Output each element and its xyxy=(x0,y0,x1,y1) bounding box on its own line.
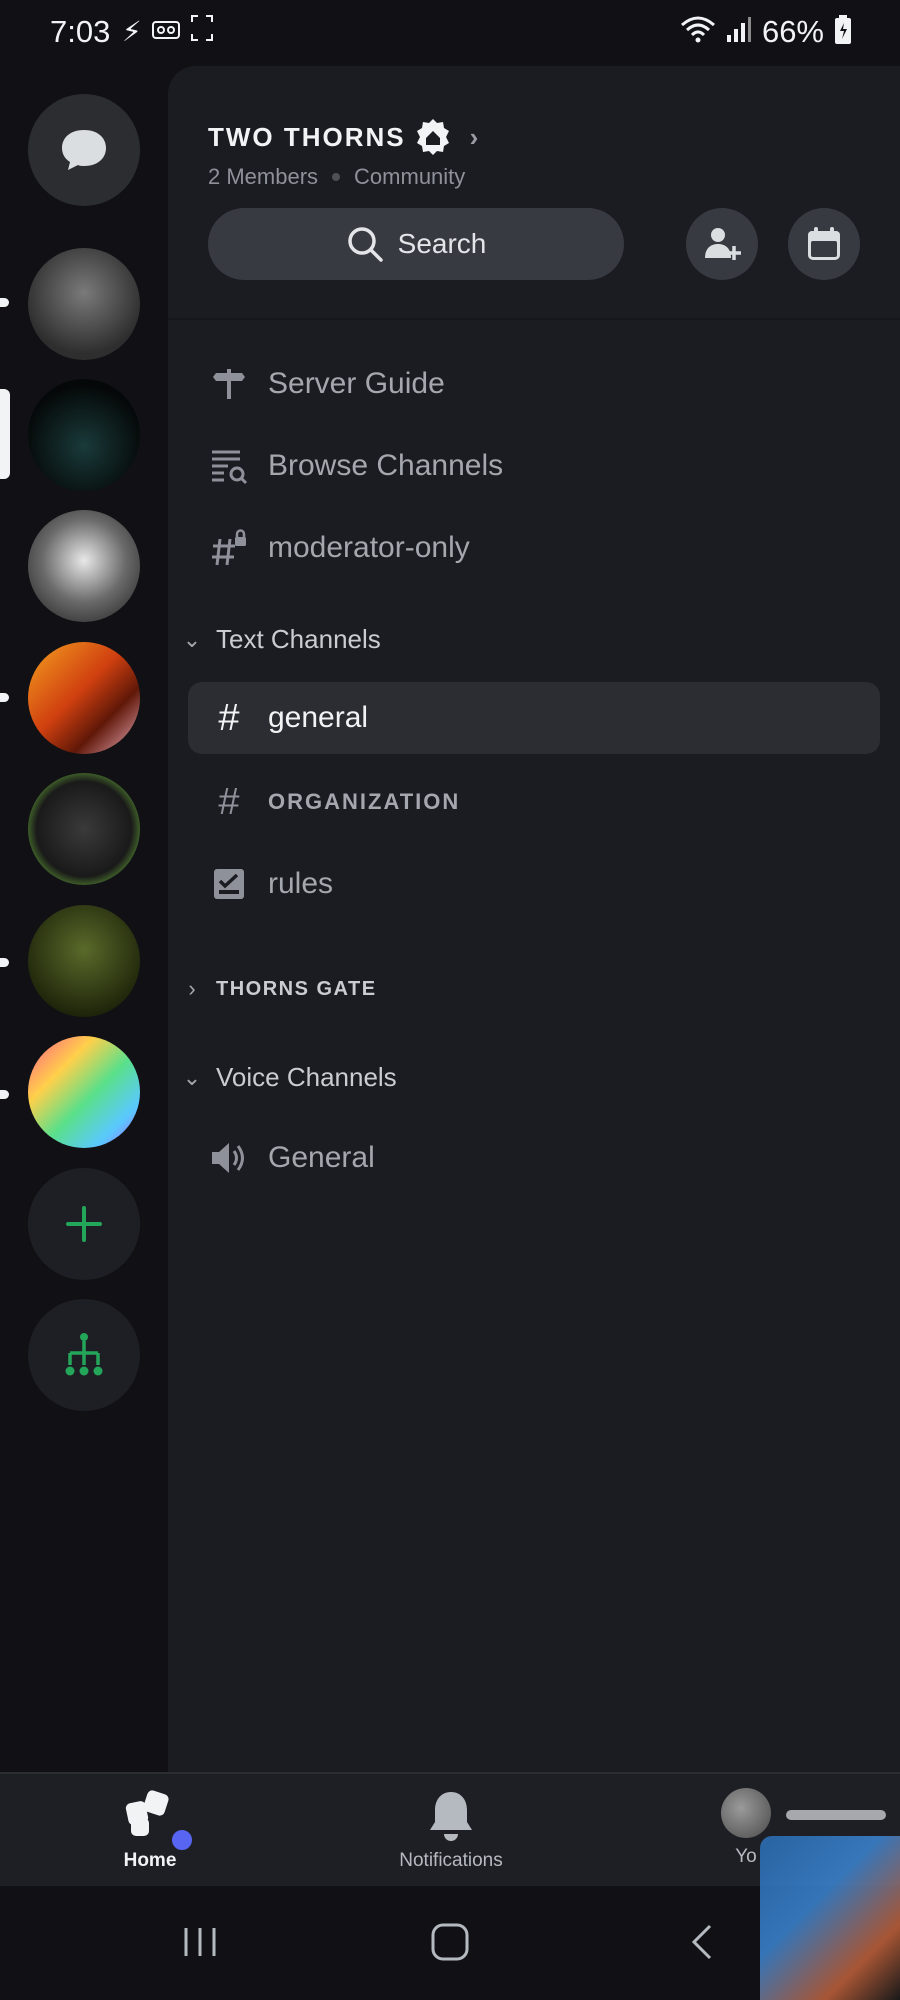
plus-icon xyxy=(66,1206,102,1242)
category-label: THORNS GATE xyxy=(216,977,377,1000)
category-thorns-gate[interactable]: › THORNS GATE xyxy=(178,976,377,1002)
signal-icon xyxy=(726,15,752,50)
server-icon-5[interactable] xyxy=(28,773,140,885)
voicemail-icon xyxy=(151,16,180,48)
battery-icon xyxy=(834,14,852,50)
bell-icon xyxy=(430,1792,472,1841)
invite-members-button[interactable] xyxy=(686,208,758,280)
hub-icon xyxy=(65,1333,103,1376)
channel-moderator-only[interactable]: moderator-only xyxy=(208,512,470,584)
server-icon-2[interactable] xyxy=(28,379,140,491)
back-chevron-icon xyxy=(691,1924,712,1960)
item-label: Browse Channels xyxy=(268,449,504,482)
browse-channels-item[interactable]: Browse Channels xyxy=(208,430,503,502)
tab-label: Yo xyxy=(735,1846,757,1867)
unread-indicator xyxy=(0,958,9,967)
channel-general[interactable]: # general xyxy=(188,682,880,754)
channel-label: general xyxy=(268,701,369,734)
add-server-button[interactable] xyxy=(28,1168,140,1280)
community-badge-icon xyxy=(414,118,452,156)
home-square-icon xyxy=(431,1923,469,1961)
channel-panel: TWO THORNS › 2 Members Community Search … xyxy=(168,66,900,1772)
events-button[interactable] xyxy=(788,208,860,280)
guild-title: TWO THORNS xyxy=(208,121,406,152)
server-guide-item[interactable]: Server Guide xyxy=(208,348,445,420)
back-button[interactable] xyxy=(686,1914,718,1970)
speaker-icon xyxy=(208,1139,250,1177)
screen-capture-icon xyxy=(190,14,214,49)
tab-label: Notifications xyxy=(399,1850,503,1871)
avatar xyxy=(721,1788,771,1838)
hash-icon: # xyxy=(218,697,240,739)
tab-label: Home xyxy=(123,1850,177,1871)
category-text-channels[interactable]: ⌄ Text Channels xyxy=(178,624,381,655)
guild-type: Community xyxy=(354,164,466,189)
server-icon-1[interactable] xyxy=(28,248,140,360)
rules-icon xyxy=(208,866,250,902)
category-voice-channels[interactable]: ⌄ Voice Channels xyxy=(178,1062,397,1093)
status-notification-icons: ⚡ xyxy=(122,14,214,49)
status-bar: 7:03 ⚡ 66% xyxy=(0,0,900,66)
direct-messages-button[interactable] xyxy=(28,94,140,206)
server-icon-4[interactable] xyxy=(28,642,140,754)
tab-notifications[interactable]: Notifications xyxy=(388,1788,514,1872)
browse-channels-icon xyxy=(208,447,250,485)
status-system-icons: 66% xyxy=(680,14,852,50)
chat-bubble-icon xyxy=(62,130,106,170)
channel-label: moderator-only xyxy=(268,531,470,564)
item-label: Server Guide xyxy=(268,367,445,400)
separator-dot xyxy=(332,173,341,181)
server-icon-7[interactable] xyxy=(28,1036,140,1148)
server-rail xyxy=(0,66,168,1772)
chevron-down-icon: ⌄ xyxy=(182,1064,202,1090)
header-divider xyxy=(168,318,900,320)
home-nav-button[interactable] xyxy=(428,1914,472,1970)
chevron-right-icon: › xyxy=(469,121,481,152)
search-button[interactable]: Search xyxy=(208,208,624,280)
chevron-down-icon: ⌄ xyxy=(182,626,202,652)
server-icon-3[interactable] xyxy=(28,510,140,622)
discover-hubs-button[interactable] xyxy=(28,1299,140,1411)
member-count: 2 Members xyxy=(208,164,319,189)
unread-indicator xyxy=(0,1090,9,1099)
category-label: Voice Channels xyxy=(216,1062,397,1092)
channel-organization[interactable]: # ORGANIZATION xyxy=(208,766,460,838)
pip-drag-handle[interactable] xyxy=(786,1810,886,1820)
hash-icon: # xyxy=(218,781,240,823)
category-label: Text Channels xyxy=(216,624,381,654)
channel-label: rules xyxy=(268,867,334,900)
chevron-right-icon: › xyxy=(188,976,196,1001)
channel-rules[interactable]: rules xyxy=(208,848,333,920)
battery-percent: 66% xyxy=(761,14,824,49)
server-icon-6[interactable] xyxy=(28,905,140,1017)
search-icon xyxy=(347,227,383,262)
status-time: 7:03 xyxy=(50,14,111,49)
search-label: Search xyxy=(397,228,487,259)
guild-meta: 2 Members Community xyxy=(208,164,465,190)
voice-channel-general[interactable]: General xyxy=(208,1122,375,1194)
unread-indicator xyxy=(0,693,9,702)
guild-header[interactable]: TWO THORNS › xyxy=(208,118,480,156)
unread-indicator xyxy=(0,298,9,307)
signpost-icon xyxy=(208,367,250,401)
unread-badge xyxy=(168,1826,196,1854)
recents-button[interactable] xyxy=(176,1914,224,1970)
locked-hash-icon xyxy=(208,529,250,567)
calendar-icon xyxy=(808,227,840,260)
selected-server-indicator xyxy=(0,389,10,479)
recents-icon xyxy=(184,1928,216,1956)
channel-label: General xyxy=(268,1141,375,1174)
picture-in-picture-window[interactable] xyxy=(760,1836,900,2000)
add-person-icon xyxy=(705,228,741,260)
wifi-icon xyxy=(680,15,716,50)
channel-label: ORGANIZATION xyxy=(268,789,461,814)
bolt-icon: ⚡ xyxy=(122,16,142,47)
